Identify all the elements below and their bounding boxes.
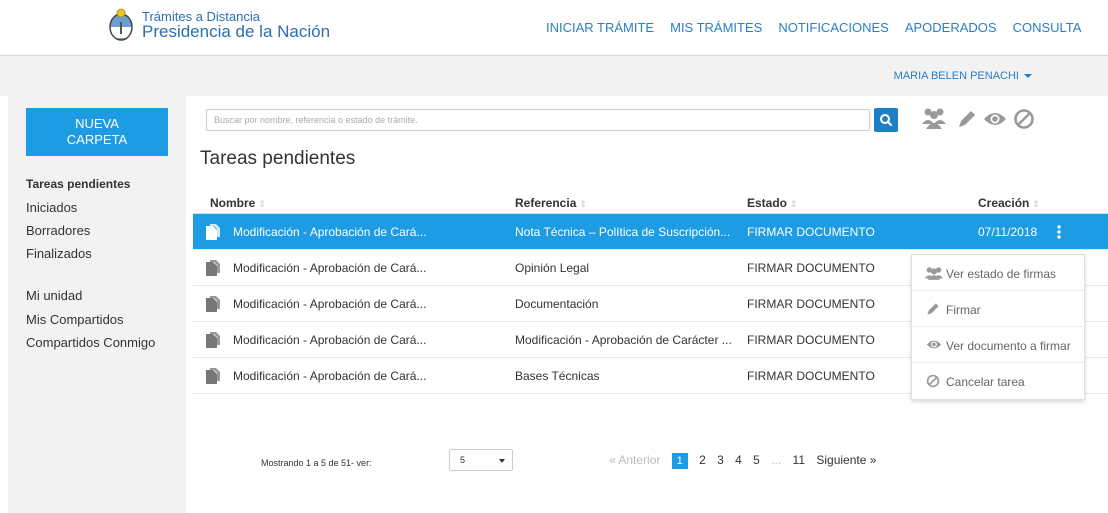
brand-logo[interactable]: Trámites a Distancia Presidencia de la N…	[108, 8, 330, 42]
sidebar-item-mi-unidad[interactable]: Mi unidad	[26, 288, 82, 303]
column-header-creacion[interactable]: Creación ⇕	[978, 196, 1040, 210]
column-header-nombre[interactable]: Nombre ⇕	[210, 196, 266, 210]
document-icon	[206, 368, 220, 384]
new-folder-button[interactable]: NUEVA CARPETA	[26, 108, 168, 156]
column-header-estado[interactable]: Estado ⇕	[747, 196, 798, 210]
cell-nombre: Modificación - Aprobación de Cará...	[233, 369, 427, 383]
pagination: « Anterior 1 2 3 4 5 ... 11 Siguiente »	[609, 453, 884, 469]
column-label: Estado	[747, 196, 788, 210]
nav-mis-tramites[interactable]: MIS TRÁMITES	[670, 20, 762, 35]
argentina-emblem-icon	[109, 8, 133, 41]
sidebar-item-mis-compartidos[interactable]: Mis Compartidos	[26, 312, 124, 327]
sidebar-item-iniciados[interactable]: Iniciados	[26, 200, 77, 215]
nav-consulta[interactable]: CONSULTA	[1013, 20, 1082, 35]
pager-page-4[interactable]: 4	[735, 453, 742, 467]
cancel-icon	[926, 374, 940, 388]
pager-page-1[interactable]: 1	[671, 453, 688, 469]
user-menu[interactable]: MARIA BELEN PENACHI	[894, 70, 1032, 82]
chevron-down-icon	[499, 459, 505, 463]
cell-referencia: Nota Técnica – Política de Suscripción..…	[515, 225, 731, 239]
page-size-select[interactable]: 5	[449, 449, 513, 471]
cell-referencia: Bases Técnicas	[515, 369, 600, 383]
pager-info: Mostrando 1 a 5 de 51- ver:	[261, 458, 372, 468]
more-options-icon[interactable]	[1056, 224, 1062, 240]
menu-item-label: Ver estado de firmas	[946, 267, 1057, 281]
sidebar-item-tareas-pendientes[interactable]: Tareas pendientes	[26, 177, 130, 191]
user-bar: MARIA BELEN PENACHI	[0, 56, 1108, 96]
sort-icon: ⇕	[1032, 199, 1040, 209]
brand-line-2: Presidencia de la Nación	[142, 21, 331, 41]
menu-item-firmar[interactable]: Firmar	[912, 291, 1084, 327]
new-folder-label-1: NUEVA	[75, 116, 119, 131]
group-icon	[924, 267, 944, 280]
search-box	[206, 109, 870, 131]
cell-creacion: 07/11/2018	[978, 225, 1038, 239]
chevron-down-icon	[1024, 74, 1032, 79]
cell-nombre: Modificación - Aprobación de Cará...	[233, 333, 427, 347]
menu-item-label: Cancelar tarea	[946, 375, 1025, 389]
cell-estado: FIRMAR DOCUMENTO	[747, 333, 875, 347]
pager-next[interactable]: Siguiente »	[816, 453, 876, 467]
search-icon	[880, 114, 893, 127]
document-icon	[206, 296, 220, 312]
page-size-value: 5	[460, 455, 466, 465]
sort-icon: ⇕	[579, 199, 587, 209]
top-navigation: INICIAR TRÁMITE MIS TRÁMITES NOTIFICACIO…	[546, 20, 1097, 35]
pencil-icon	[927, 303, 939, 315]
eye-icon	[926, 340, 942, 349]
column-label: Creación	[978, 196, 1030, 210]
sidebar: NUEVA CARPETA Tareas pendientes Iniciado…	[8, 96, 186, 513]
sort-icon: ⇕	[790, 199, 798, 209]
column-label: Referencia	[515, 196, 577, 210]
search-button[interactable]	[874, 108, 898, 132]
nav-apoderados[interactable]: APODERADOS	[905, 20, 997, 35]
cell-referencia: Modificación - Aprobación de Carácter ..…	[515, 333, 732, 347]
cell-referencia: Documentación	[515, 297, 599, 311]
top-header: Trámites a Distancia Presidencia de la N…	[0, 0, 1108, 56]
nav-notificaciones[interactable]: NOTIFICACIONES	[778, 20, 889, 35]
document-icon	[206, 332, 220, 348]
pager-page-2[interactable]: 2	[699, 453, 706, 467]
cell-estado: FIRMAR DOCUMENTO	[747, 369, 875, 383]
row-context-menu: Ver estado de firmas Firmar Ver document…	[911, 254, 1085, 400]
sidebar-item-compartidos-conmigo[interactable]: Compartidos Conmigo	[26, 335, 155, 350]
nav-iniciar-tramite[interactable]: INICIAR TRÁMITE	[546, 20, 654, 35]
cell-estado: FIRMAR DOCUMENTO	[747, 297, 875, 311]
cell-nombre: Modificación - Aprobación de Cará...	[233, 261, 427, 275]
menu-item-label: Ver documento a firmar	[946, 339, 1071, 353]
column-header-referencia[interactable]: Referencia ⇕	[515, 196, 587, 210]
sidebar-item-finalizados[interactable]: Finalizados	[26, 246, 92, 261]
search-input[interactable]	[207, 110, 869, 130]
new-folder-label-2: CARPETA	[66, 132, 128, 147]
menu-item-ver-documento[interactable]: Ver documento a firmar	[912, 327, 1084, 363]
eye-icon[interactable]	[983, 109, 1007, 129]
cell-referencia: Opinión Legal	[515, 261, 590, 275]
sort-icon: ⇕	[258, 199, 266, 209]
brand-line-1: Trámites a Distancia	[142, 8, 260, 24]
pager-prev[interactable]: « Anterior	[609, 453, 660, 467]
pager-page-11[interactable]: 11	[793, 453, 805, 467]
sidebar-item-borradores[interactable]: Borradores	[26, 223, 90, 238]
cell-nombre: Modificación - Aprobación de Cará...	[233, 297, 427, 311]
cell-estado: FIRMAR DOCUMENTO	[747, 225, 875, 239]
menu-item-cancelar-tarea[interactable]: Cancelar tarea	[912, 363, 1084, 399]
page-title: Tareas pendientes	[200, 148, 356, 169]
menu-item-label: Firmar	[946, 303, 981, 317]
toolbar-actions	[921, 106, 1041, 132]
document-icon	[206, 260, 220, 276]
menu-item-ver-estado-firmas[interactable]: Ver estado de firmas	[912, 255, 1084, 291]
document-icon	[206, 224, 220, 240]
column-label: Nombre	[210, 196, 256, 210]
group-icon[interactable]	[921, 106, 947, 130]
pager-ellipsis: ...	[771, 453, 782, 467]
table-header: Nombre ⇕ Referencia ⇕ Estado ⇕ Creación ⇕	[193, 186, 1108, 214]
pager-page-5[interactable]: 5	[753, 453, 760, 467]
cell-nombre: Modificación - Aprobación de Cará...	[233, 225, 427, 239]
user-name: MARIA BELEN PENACHI	[893, 70, 1019, 82]
cell-estado: FIRMAR DOCUMENTO	[747, 261, 875, 275]
cancel-icon[interactable]	[1013, 108, 1035, 130]
pager-page-3[interactable]: 3	[717, 453, 724, 467]
table-row[interactable]: Modificación - Aprobación de Cará... Not…	[193, 214, 1108, 250]
pencil-icon[interactable]	[957, 109, 977, 129]
